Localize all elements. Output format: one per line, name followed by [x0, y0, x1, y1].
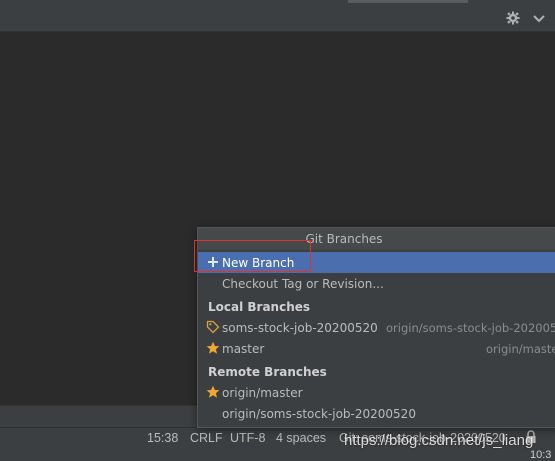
branch-name: origin/master [222, 385, 303, 400]
local-branch-item[interactable]: master origin/master [198, 338, 555, 359]
remote-branch-item[interactable]: origin/master [198, 382, 555, 403]
local-branch-item[interactable]: soms-stock-job-20200520 origin/soms-stoc… [198, 317, 555, 338]
ide-window: 15:38 CRLF UTF-8 4 spaces Git: soms-stoc… [0, 0, 555, 461]
action-label: New Branch [222, 255, 295, 270]
checkout-tag-action[interactable]: Checkout Tag or Revision... [198, 273, 555, 294]
branch-name: soms-stock-job-20200520 [222, 320, 378, 335]
star-icon [206, 385, 220, 399]
action-label: Checkout Tag or Revision... [222, 276, 384, 291]
chevron-down-icon[interactable] [530, 9, 548, 27]
scroll-indicator [348, 0, 468, 3]
line-separator[interactable]: CRLF [190, 431, 223, 445]
caret-position[interactable]: 15:38 [147, 431, 178, 445]
indent-setting[interactable]: 4 spaces [276, 431, 326, 445]
tracking-branch: origin/master [486, 341, 555, 356]
star-icon [206, 341, 220, 355]
branch-name: master [222, 341, 265, 356]
local-branches-heading: Local Branches [208, 300, 311, 314]
toolwindow-header [0, 5, 555, 32]
branch-name: origin/soms-stock-job-20200520 [222, 406, 416, 421]
system-clock: 10:3 [530, 449, 552, 461]
remote-branches-heading: Remote Branches [208, 365, 327, 379]
tag-icon [206, 320, 220, 334]
plus-icon [206, 255, 220, 269]
remote-branch-item[interactable]: origin/soms-stock-job-20200520 [198, 403, 555, 424]
git-branches-popup: Git Branches New Branch Checkout Tag or … [197, 227, 555, 428]
watermark-text: https://blog.csdn.net/js_liang [344, 432, 534, 449]
popup-title: Git Branches [198, 228, 555, 250]
file-encoding[interactable]: UTF-8 [230, 431, 265, 445]
new-branch-action[interactable]: New Branch [198, 252, 555, 273]
gear-icon[interactable] [504, 9, 522, 27]
tracking-branch: origin/soms-stock-job-20200520 [386, 320, 555, 335]
